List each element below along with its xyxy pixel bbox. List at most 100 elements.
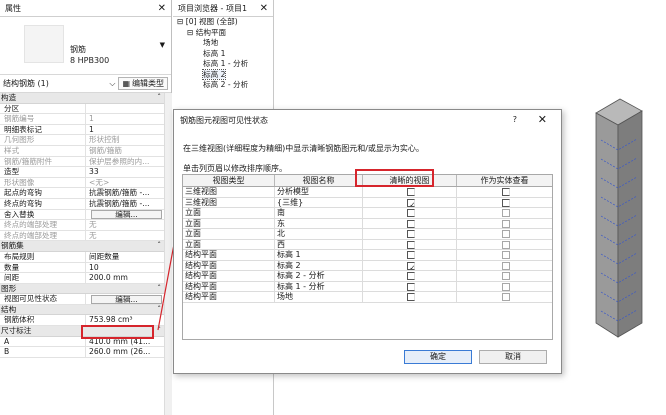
chevron-down-icon[interactable]: ▼ [160,41,165,49]
construct-rows-2: 终点的端部处理无终点的端部处理无 [0,220,164,242]
property-row[interactable]: 终点的弯钩 抗震钢筋/箍筋 -... [0,198,164,210]
browser-item[interactable]: 标高 1 [175,49,248,60]
view-as-solid-checkbox [501,293,510,301]
table-row[interactable]: 立面西 [183,239,552,250]
rebar-visibility-dialog: 钢筋图元视图可见性状态 ? ✕ 在三维视图(详细程度为精细)中显示清晰钢筋图元和… [173,109,562,374]
section-construct[interactable]: 构造 ˆ [0,93,164,104]
table-body: 三维视图分析模型三维视图{三维}✓立面南立面东立面北立面西结构平面标高 1结构平… [183,187,552,303]
cancel-button[interactable]: 取消 [479,350,547,364]
table-row[interactable]: 结构平面 标高 1 - 分析 [183,281,552,292]
property-row[interactable]: B 260.0 mm (26... [0,347,164,358]
property-row[interactable]: 间距 200.0 mm [0,273,164,284]
view-as-solid-checkbox[interactable] [501,198,510,207]
view-as-solid-checkbox[interactable] [501,188,510,196]
column-header-view-type[interactable]: 视图类型 [183,175,275,186]
table-row[interactable]: 结构平面 标高 1 [183,250,552,261]
browser-title-bar: 项目浏览器 - 项目1 ✕ [173,0,273,17]
clear-view-checkbox[interactable] [406,293,415,301]
property-row-visibility[interactable]: 视图可见性状态 编辑... [0,294,164,305]
table-row[interactable]: 结构平面 标高 2 - 分析 [183,271,552,282]
clear-view-checkbox[interactable] [406,219,415,228]
ok-button[interactable]: 确定 [404,350,472,364]
clear-view-checkbox[interactable] [406,209,415,217]
dialog-hint: 单击列页眉以修改排序顺序。 [183,164,287,173]
dialog-title: 钢筋图元视图可见性状态 [180,115,268,125]
property-row[interactable]: 数量 10 [0,262,164,274]
table-row[interactable]: 立面东 [183,218,552,229]
column-header-view-name[interactable]: 视图名称 [275,175,363,186]
view-as-solid-checkbox [501,230,510,238]
properties-grid: 构造 ˆ 分区 钢筋编号 1 明细表标记 1 几何图形 形状控制 样式 钢筋/箍筋 钢筋/箍筋附件保… [0,93,164,358]
properties-title-bar: 属性 ✕ [0,0,171,17]
table-row[interactable]: 结构平面标高 2✓ [183,260,552,271]
property-row[interactable]: 造型 33 [0,167,164,178]
properties-title: 属性 [5,3,21,13]
view-as-solid-checkbox [501,272,510,280]
section-rebar-set[interactable]: 钢筋集 ˆ [0,241,164,252]
highlight-box-clear-view [355,169,434,187]
edit-type-button[interactable]: ▦ 编辑类型 [118,77,168,90]
section-structure[interactable]: 结构 ˆ [0,304,164,316]
browser-tree: ⊟ [0] 视图 (全部) ⊟ 结构平面 场地 标高 1 标高 1 - 分析 标高 2 标高… [175,17,248,91]
property-row[interactable]: 起点的弯钩 抗震钢筋/箍筋 -... [0,188,164,199]
type-name: 钢筋 8 HPB300 [70,45,110,65]
clear-view-checkbox[interactable] [406,251,415,259]
view-as-solid-checkbox [501,261,510,270]
column-header-view-as-solid[interactable]: 作为实体查看 [457,175,552,186]
clear-view-checkbox[interactable] [406,230,415,238]
expand-icon[interactable]: ⊟ [177,17,186,26]
browser-title: 项目浏览器 - 项目1 [178,3,248,13]
close-icon[interactable]: ✕ [158,3,166,14]
rebar-column-preview [595,98,643,338]
browser-item[interactable]: ⊟ [0] 视图 (全部) [175,17,248,28]
table-row[interactable]: 立面南 [183,208,552,219]
property-row[interactable]: 几何图形 形状控制 [0,135,164,146]
dialog-title-bar: 钢筋图元视图可见性状态 ? ✕ [174,110,561,130]
view-visibility-table: 视图类型 视图名称 清晰的视图 作为实体查看 三维视图分析模型三维视图{三维}✓… [182,174,553,340]
section-graphics[interactable]: 图形 ˆ [0,283,164,295]
clear-view-checkbox[interactable]: ✓ [406,198,415,207]
collapse-icon[interactable]: ˆ [157,93,161,103]
table-row[interactable]: 结构平面 场地 [183,292,552,303]
property-row[interactable]: 形状图像 <无> [0,177,164,189]
rebar-set-rows: 布局规则 间距数量 数量 10 间距 200.0 mm [0,251,164,284]
clear-view-checkbox[interactable] [406,188,415,196]
view-as-solid-checkbox [501,209,510,217]
clear-view-checkbox[interactable] [406,272,415,280]
edit-type-icon: ▦ [122,79,130,88]
browser-item[interactable]: ⊟ 结构平面 [175,28,248,39]
property-row[interactable]: 样式 钢筋/箍筋 [0,145,164,157]
view-as-solid-checkbox [501,219,510,228]
clear-view-checkbox[interactable]: ✓ [406,261,415,270]
table-row[interactable]: 三维视图{三维}✓ [183,197,552,208]
view-as-solid-checkbox [501,251,510,259]
chevron-down-icon: ⌵ [109,78,116,88]
table-row[interactable]: 三维视图 分析模型 [183,187,552,198]
property-row[interactable]: 明细表标记 1 [0,124,164,136]
close-icon[interactable]: ✕ [260,3,268,14]
browser-item[interactable]: 标高 2 [175,68,248,81]
type-thumbnail [24,25,64,63]
property-row[interactable]: 分区 [0,103,164,115]
view-as-solid-checkbox [501,282,510,291]
browser-item[interactable]: 标高 2 - 分析 [175,80,248,91]
property-row[interactable]: 终点的端部处理无 [0,230,164,242]
browser-item[interactable]: 标高 1 - 分析 [175,59,248,70]
property-row[interactable]: 钢筋编号 1 [0,114,164,125]
construct-rows: 分区 钢筋编号 1 明细表标记 1 几何图形 形状控制 样式 钢筋/箍筋 钢筋/箍筋附件 保护层参照… [0,103,164,210]
property-row-override[interactable]: 舍入替换 编辑... [0,209,164,221]
table-row[interactable]: 立面北 [183,229,552,240]
property-row[interactable]: 终点的端部处理无 [0,220,164,231]
clear-view-checkbox[interactable] [406,282,415,291]
help-icon[interactable]: ? [513,115,517,124]
expand-icon[interactable]: ⊟ [187,28,196,37]
browser-item[interactable]: 场地 [175,38,248,49]
clear-view-checkbox[interactable] [406,240,415,249]
instance-filter-dropdown[interactable]: 结构钢筋 (1) ⌵ [3,77,115,91]
dimension-rows: A 410.0 mm (41... B 260.0 mm (26... [0,336,164,358]
close-icon[interactable]: ✕ [538,113,547,126]
type-selector[interactable]: 钢筋 8 HPB300 ▼ [0,17,171,75]
property-row[interactable]: 钢筋/箍筋附件 保护层参照的内... [0,156,164,168]
highlight-box-visibility [81,325,154,339]
property-row[interactable]: 布局规则 间距数量 [0,251,164,263]
